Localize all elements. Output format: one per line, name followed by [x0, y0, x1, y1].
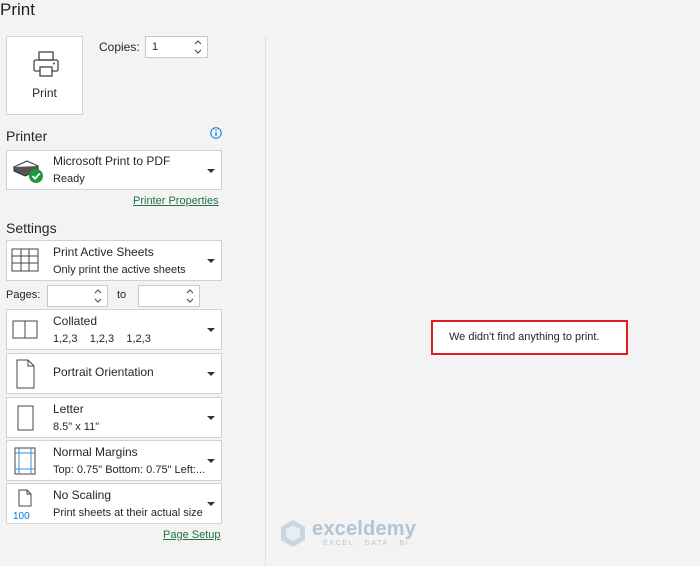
- spin-arrows-icon[interactable]: [194, 38, 202, 56]
- copies-value: 1: [152, 41, 159, 53]
- settings-section-title: Settings: [6, 220, 57, 236]
- collation-dropdown[interactable]: Collated 1,2,3 1,2,3 1,2,3: [6, 309, 222, 350]
- scaling-percent-text: 100: [13, 511, 30, 522]
- scaling-title: No Scaling: [53, 488, 112, 502]
- orientation-title: Portrait Orientation: [53, 365, 154, 379]
- print-button-label: Print: [32, 86, 57, 100]
- collation-desc: 1,2,3 1,2,3 1,2,3: [53, 333, 151, 345]
- page-setup-link[interactable]: Page Setup: [163, 529, 221, 541]
- pages-to-label: to: [117, 289, 127, 301]
- print-what-title: Print Active Sheets: [53, 245, 154, 259]
- spin-arrows-icon[interactable]: [94, 287, 102, 305]
- chevron-down-icon: [207, 372, 215, 376]
- printer-ready-icon: [12, 160, 43, 183]
- paper-size-icon: [17, 405, 34, 431]
- printer-icon: [33, 51, 59, 77]
- scaling-page-icon: 100: [13, 489, 32, 522]
- margins-dropdown[interactable]: Normal Margins Top: 0.75" Bottom: 0.75" …: [6, 440, 222, 481]
- print-what-dropdown[interactable]: Print Active Sheets Only print the activ…: [6, 240, 222, 281]
- printer-section-title: Printer: [6, 128, 48, 144]
- printer-name: Microsoft Print to PDF: [53, 154, 171, 168]
- active-sheets-icon: [11, 248, 39, 272]
- watermark: exceldemy EXCEL · DATA · BI: [278, 518, 416, 553]
- orientation-dropdown[interactable]: Portrait Orientation: [6, 353, 222, 394]
- print-button[interactable]: Print: [6, 36, 83, 115]
- paper-size-dropdown[interactable]: Letter 8.5" x 11": [6, 397, 222, 438]
- margins-title: Normal Margins: [53, 445, 138, 459]
- print-what-desc: Only print the active sheets: [53, 264, 186, 276]
- spin-arrows-icon[interactable]: [186, 287, 194, 305]
- watermark-tagline: EXCEL · DATA · BI: [323, 540, 410, 547]
- paper-size-desc: 8.5" x 11": [53, 421, 100, 433]
- chevron-down-icon: [207, 169, 215, 173]
- scaling-desc: Print sheets at their actual size: [53, 507, 203, 519]
- scaling-dropdown[interactable]: 100 No Scaling Print sheets at their act…: [6, 483, 222, 524]
- printer-status: Ready: [53, 173, 85, 185]
- chevron-down-icon: [207, 259, 215, 263]
- preview-message: We didn't find anything to print.: [449, 331, 600, 343]
- margins-icon: [14, 447, 36, 475]
- pages-from-input[interactable]: [47, 285, 108, 307]
- paper-size-title: Letter: [53, 402, 84, 416]
- chevron-down-icon: [207, 459, 215, 463]
- page-title: Print: [0, 0, 35, 19]
- chevron-down-icon: [207, 328, 215, 332]
- printer-dropdown[interactable]: Microsoft Print to PDF Ready: [6, 150, 222, 190]
- portrait-page-icon: [16, 359, 35, 389]
- margins-desc: Top: 0.75" Bottom: 0.75" Left:...: [53, 464, 206, 476]
- watermark-name: exceldemy: [312, 518, 417, 540]
- chevron-down-icon: [207, 416, 215, 420]
- copies-stepper[interactable]: 1: [145, 36, 208, 58]
- pages-to-input[interactable]: [138, 285, 200, 307]
- printer-properties-link[interactable]: Printer Properties: [133, 195, 219, 207]
- exceldemy-logo-icon: [281, 520, 305, 547]
- chevron-down-icon: [207, 502, 215, 506]
- pages-label: Pages:: [6, 289, 41, 301]
- info-icon[interactable]: [210, 127, 222, 139]
- collated-icon: [12, 320, 38, 339]
- copies-label: Copies:: [99, 40, 140, 54]
- panel-divider: [265, 36, 266, 566]
- collation-title: Collated: [53, 314, 98, 328]
